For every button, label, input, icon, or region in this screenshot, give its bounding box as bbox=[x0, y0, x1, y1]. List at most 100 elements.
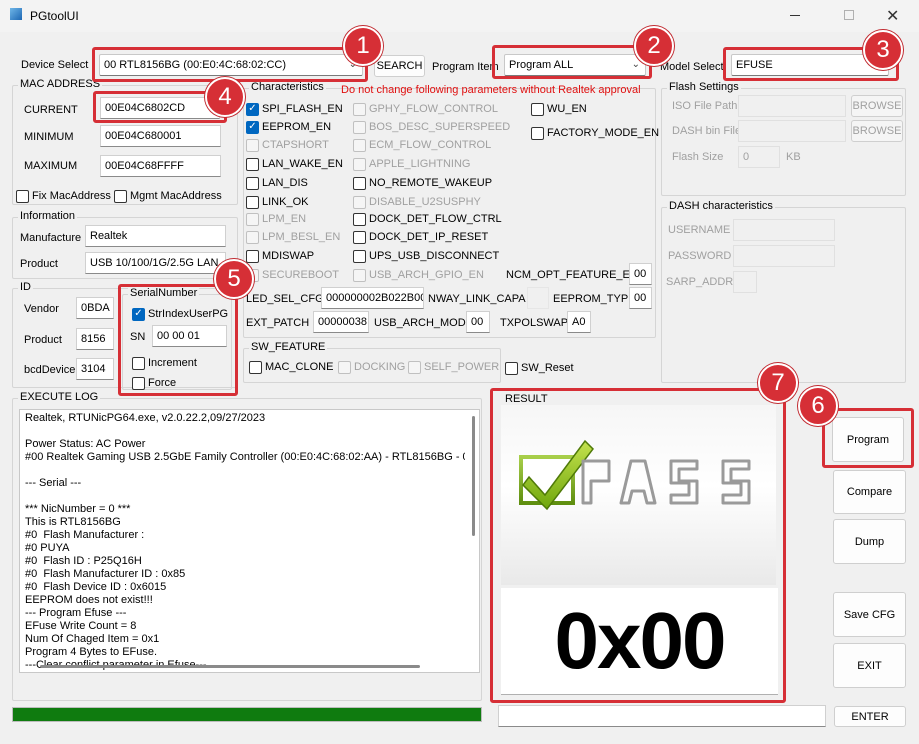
checkbox-no-remote-wakeup[interactable]: NO_REMOTE_WAKEUP bbox=[353, 176, 492, 190]
app-icon bbox=[10, 8, 22, 20]
exit-button[interactable]: EXIT bbox=[833, 643, 906, 688]
checkbox-lan-wake-en[interactable]: LAN_WAKE_EN bbox=[246, 157, 343, 171]
checkbox-usb-arch-gpio-en[interactable]: USB_ARCH_GPIO_EN bbox=[353, 268, 484, 282]
minimum-mac-field[interactable]: 00E04C680001 bbox=[100, 125, 221, 147]
annotation-badge-5: 5 bbox=[214, 259, 254, 299]
execute-log-title: EXECUTE LOG bbox=[18, 391, 101, 403]
dash-bin-file-label: DASH bin File bbox=[672, 125, 742, 137]
checkbox-dock-det-flow-ctrl[interactable]: DOCK_DET_FLOW_CTRL bbox=[353, 212, 502, 226]
log-line: Power Status: AC Power bbox=[25, 438, 146, 450]
dump-button[interactable]: Dump bbox=[833, 519, 906, 564]
checkbox-mdiswap[interactable]: MDISWAP bbox=[246, 249, 314, 263]
sarp-addr-field[interactable] bbox=[733, 271, 757, 293]
product-label: Product bbox=[20, 258, 58, 270]
annotation-badge-4: 4 bbox=[205, 77, 245, 117]
enter-button[interactable]: ENTER bbox=[834, 706, 906, 727]
nway-link-capa-label: NWAY_LINK_CAPA bbox=[428, 293, 526, 305]
checkbox-secureboot[interactable]: SECUREBOOT bbox=[246, 268, 339, 282]
product-field[interactable]: USB 10/100/1G/2.5G LAN bbox=[85, 252, 226, 274]
close-icon[interactable]: ✕ bbox=[886, 6, 899, 26]
checkbox-dock-det-ip-reset[interactable]: DOCK_DET_IP_RESET bbox=[353, 230, 488, 244]
sw-feature-title: SW_FEATURE bbox=[249, 341, 328, 353]
sarp-addr-label: SARP_ADDR bbox=[666, 276, 734, 288]
flash-size-label: Flash Size bbox=[672, 151, 724, 163]
flash-size-field[interactable]: 0 bbox=[738, 146, 780, 168]
iso-file-path-label: ISO File Path bbox=[672, 100, 738, 112]
progress-bar bbox=[12, 707, 482, 722]
dash-bin-file-field[interactable] bbox=[738, 120, 846, 142]
checkbox-apple-lightning[interactable]: APPLE_LIGHTNING bbox=[353, 157, 470, 171]
password-field[interactable] bbox=[733, 245, 835, 267]
command-input[interactable] bbox=[498, 705, 826, 727]
checkbox-wu-en[interactable]: WU_EN bbox=[531, 102, 587, 116]
nway-link-capa-field[interactable] bbox=[527, 287, 549, 309]
search-button[interactable]: SEARCH bbox=[374, 55, 425, 77]
maximum-label: MAXIMUM bbox=[24, 160, 78, 172]
annotation-badge-6: 6 bbox=[798, 386, 838, 426]
log-line: #0 PUYA bbox=[25, 542, 70, 554]
annotation-badge-1: 1 bbox=[343, 26, 383, 66]
log-line: *** NicNumber = 0 *** bbox=[25, 503, 131, 515]
self-power-checkbox[interactable]: SELF_POWER bbox=[408, 360, 499, 374]
log-line: #00 Realtek Gaming USB 2.5GbE Family Con… bbox=[25, 451, 465, 463]
minimize-icon[interactable] bbox=[790, 15, 800, 16]
annotation-box-5 bbox=[118, 284, 238, 396]
manufacture-field[interactable]: Realtek bbox=[85, 225, 226, 247]
checkbox-ctapshort[interactable]: CTAPSHORT bbox=[246, 138, 329, 152]
window-title: PGtoolUI bbox=[30, 9, 79, 23]
txpolswap-field[interactable]: A0 bbox=[567, 311, 591, 333]
mac-clone-checkbox[interactable]: MAC_CLONE bbox=[249, 360, 333, 374]
ext-patch-field[interactable]: 00000038 bbox=[313, 311, 369, 333]
bcddevice-field[interactable]: 3104 bbox=[76, 358, 114, 380]
horizontal-scrollbar[interactable] bbox=[40, 665, 420, 668]
ext-patch-label: EXT_PATCH bbox=[246, 317, 310, 329]
checkbox-disable-u2susphy[interactable]: DISABLE_U2SUSPHY bbox=[353, 195, 481, 209]
usb-arch-mode-field[interactable]: 00 bbox=[466, 311, 490, 333]
vertical-scrollbar[interactable] bbox=[472, 416, 475, 536]
mac-address-title: MAC ADDRESS bbox=[18, 78, 103, 90]
checkbox-lpm-en[interactable]: LPM_EN bbox=[246, 212, 306, 226]
annotation-badge-3: 3 bbox=[863, 30, 903, 70]
checkbox-bos-desc-superspeed[interactable]: BOS_DESC_SUPERSPEED bbox=[353, 120, 510, 134]
log-line: Num Of Chaged Item = 0x1 bbox=[25, 633, 160, 645]
warning-text: Do not change following parameters witho… bbox=[341, 84, 641, 96]
checkbox-factory-mode-en[interactable]: FACTORY_MODE_EN bbox=[531, 126, 659, 140]
save-cfg-button[interactable]: Save CFG bbox=[833, 592, 906, 637]
usb-arch-mode-label: USB_ARCH_MODE bbox=[374, 317, 474, 329]
current-label: CURRENT bbox=[24, 104, 78, 116]
dash-browse-button[interactable]: BROWSE bbox=[851, 120, 903, 142]
txpolswap-label: TXPOLSWAP bbox=[500, 317, 569, 329]
checkbox-spi-flash-en[interactable]: ✓ SPI_FLASH_EN bbox=[246, 102, 343, 116]
program-item-label: Program Item bbox=[432, 61, 499, 73]
ncm-field[interactable]: 00 bbox=[629, 263, 652, 285]
checkbox-eeprom-en[interactable]: ✓ EEPROM_EN bbox=[246, 120, 331, 134]
maximum-mac-field[interactable]: 00E04C68FFFF bbox=[100, 155, 221, 177]
fix-macaddress-checkbox[interactable]: Fix MacAddress bbox=[16, 189, 111, 203]
iso-browse-button[interactable]: BROWSE bbox=[851, 95, 903, 117]
iso-file-path-field[interactable] bbox=[738, 95, 846, 117]
compare-button[interactable]: Compare bbox=[833, 470, 906, 514]
vendor-field[interactable]: 0BDA bbox=[76, 297, 114, 319]
annotation-badge-2: 2 bbox=[634, 26, 674, 66]
led-sel-cfg-field[interactable]: 000000002B022B00 bbox=[321, 287, 424, 309]
docking-checkbox[interactable]: DOCKING bbox=[338, 360, 405, 374]
checkbox-link-ok[interactable]: LINK_OK bbox=[246, 195, 308, 209]
progress-fill bbox=[13, 708, 481, 721]
checkbox-lan-dis[interactable]: LAN_DIS bbox=[246, 176, 308, 190]
checkbox-ecm-flow-control[interactable]: ECM_FLOW_CONTROL bbox=[353, 138, 491, 152]
log-line: #0 Flash ID : P25Q16H bbox=[25, 555, 142, 567]
sw-reset-checkbox[interactable]: SW_Reset bbox=[505, 361, 574, 375]
ncm-label: NCM_OPT_FEATURE_EN bbox=[506, 269, 638, 281]
id-product-field[interactable]: 8156 bbox=[76, 328, 114, 350]
manufacture-label: Manufacture bbox=[20, 232, 82, 244]
execute-log-textarea[interactable]: Realtek, RTUNicPG64.exe, v2.0.22.2,09/27… bbox=[19, 409, 480, 673]
checkbox-ups-usb-disconnect[interactable]: UPS_USB_DISCONNECT bbox=[353, 249, 499, 263]
username-field[interactable] bbox=[733, 219, 835, 241]
mgmt-macaddress-checkbox[interactable]: Mgmt MacAddress bbox=[114, 189, 222, 203]
checkbox-gphy-flow-control[interactable]: GPHY_FLOW_CONTROL bbox=[353, 102, 498, 116]
eeprom-type-field[interactable]: 00 bbox=[629, 287, 652, 309]
checkbox-lpm-besl-en[interactable]: LPM_BESL_EN bbox=[246, 230, 340, 244]
annotation-box-7 bbox=[490, 388, 786, 703]
